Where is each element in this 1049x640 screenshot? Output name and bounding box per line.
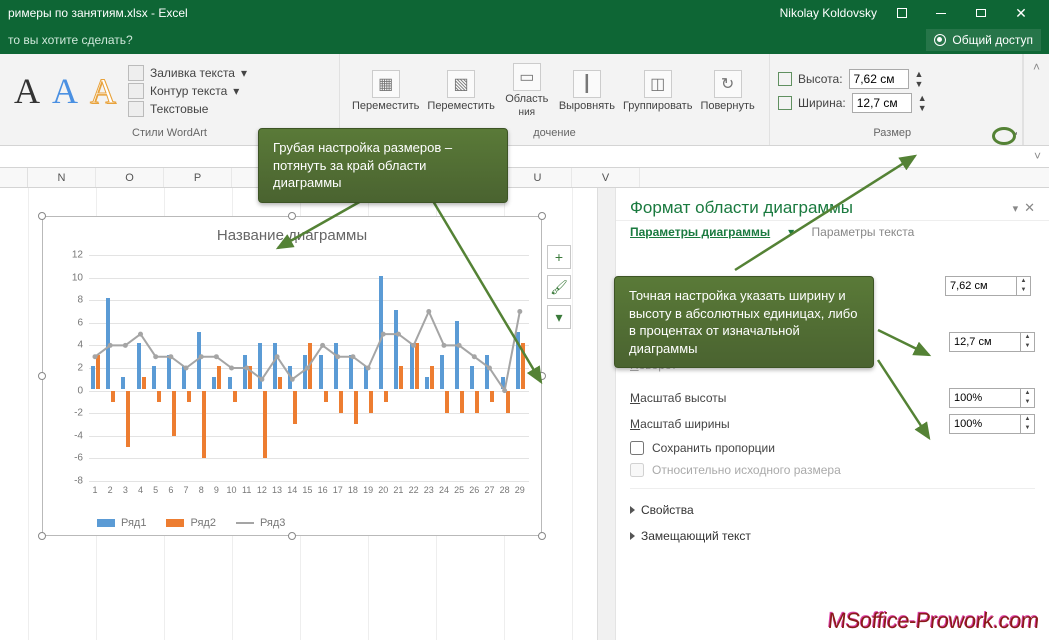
align-button[interactable]: ┃Выровнять xyxy=(555,68,619,114)
legend-swatch-1 xyxy=(97,519,115,527)
pane-scale-h-label: Масштаб высоты xyxy=(630,391,770,405)
col-U[interactable]: U xyxy=(504,168,572,187)
chart-handle-se[interactable] xyxy=(538,532,546,540)
chart-filters-button[interactable]: ▾ xyxy=(547,305,571,329)
selection-pane-icon: ▭ xyxy=(513,63,541,91)
send-backward-button[interactable]: ▧Переместить xyxy=(423,68,498,114)
close-button[interactable]: ✕ xyxy=(1001,0,1041,26)
col-V[interactable]: V xyxy=(572,168,640,187)
wordart-style-3[interactable]: A xyxy=(90,70,116,112)
lock-aspect-checkbox[interactable] xyxy=(630,441,644,455)
tell-me-row: то вы хотите сделать? Общий доступ xyxy=(0,26,1049,54)
height-label: Высота: xyxy=(798,72,843,86)
wordart-style-1[interactable]: A xyxy=(14,70,40,112)
expand-formula-icon[interactable]: ˅ xyxy=(1034,149,1041,163)
width-input[interactable] xyxy=(852,93,912,113)
section-properties[interactable]: Свойства xyxy=(630,495,1035,521)
relative-size-label: Относительно исходного размера xyxy=(652,463,841,477)
chart-handle-s[interactable] xyxy=(288,532,296,540)
width-label: Ширина: xyxy=(798,96,846,110)
chart-legend[interactable]: Ряд1 Ряд2 Ряд3 xyxy=(97,517,285,529)
pane-height-input[interactable] xyxy=(945,276,1017,296)
share-button[interactable]: Общий доступ xyxy=(926,29,1041,51)
text-effects-icon xyxy=(128,101,144,117)
worksheet-area[interactable]: Название диаграммы -8-6-4-20246810121234… xyxy=(0,188,597,640)
width-icon xyxy=(778,96,792,110)
vertical-scrollbar[interactable] xyxy=(597,188,615,640)
title-bar: римеры по занятиям.xlsx - Excel Nikolay … xyxy=(0,0,1049,26)
chart-object[interactable]: Название диаграммы -8-6-4-20246810121234… xyxy=(42,216,542,536)
text-fill-icon xyxy=(128,65,144,81)
share-icon xyxy=(934,34,946,46)
bring-forward-icon: ▦ xyxy=(372,70,400,98)
text-fill-button[interactable]: Заливка текста▾ xyxy=(128,65,247,81)
group-label-size: Размер ↘ xyxy=(770,127,1022,145)
formula-bar[interactable]: ˅ xyxy=(0,146,1049,168)
callout-precise-sizing: Точная настройка указать ширину и высоту… xyxy=(614,276,874,368)
selection-pane-button[interactable]: ▭Областьния xyxy=(499,61,555,120)
align-icon: ┃ xyxy=(573,70,601,98)
relative-size-checkbox xyxy=(630,463,644,477)
pane-scale-w-spin[interactable]: ▲▼ xyxy=(1021,414,1035,434)
chart-handle-n[interactable] xyxy=(288,212,296,220)
text-outline-button[interactable]: Контур текста▾ xyxy=(128,83,247,99)
callout-rough-sizing: Грубая настройка размеров – потянуть за … xyxy=(258,128,508,203)
legend-swatch-3 xyxy=(236,522,254,524)
watermark: MSoffice-Prowork.com xyxy=(827,608,1041,634)
pane-scale-w-input[interactable] xyxy=(949,414,1021,434)
section-alt-text[interactable]: Замещающий текст xyxy=(630,521,1035,547)
col-N[interactable]: N xyxy=(28,168,96,187)
width-spin[interactable]: ▲▼ xyxy=(918,93,927,113)
tab-chart-options[interactable]: Параметры диаграммы xyxy=(630,225,770,239)
pane-height-spin[interactable]: ▲▼ xyxy=(1017,276,1031,296)
text-outline-icon xyxy=(128,83,144,99)
chart-handle-e[interactable] xyxy=(538,372,546,380)
ribbon: A A A Заливка текста▾ Контур текста▾ Тек… xyxy=(0,54,1049,146)
legend-swatch-2 xyxy=(166,519,184,527)
chart-handle-nw[interactable] xyxy=(38,212,46,220)
pane-width-spin[interactable]: ▲▼ xyxy=(1021,332,1035,352)
pane-scale-h-input[interactable] xyxy=(949,388,1021,408)
pane-scale-w-label: Масштаб ширины xyxy=(630,417,770,431)
share-label: Общий доступ xyxy=(952,33,1033,47)
tab-text-options[interactable]: Параметры текста xyxy=(812,225,915,239)
pane-scale-h-spin[interactable]: ▲▼ xyxy=(1021,388,1035,408)
lock-aspect-label: Сохранить пропорции xyxy=(652,441,775,455)
pane-title: Формат области диаграммы xyxy=(630,198,853,218)
group-icon: ◫ xyxy=(644,70,672,98)
column-headers: N O P Q R S T U V xyxy=(0,168,1049,188)
size-dialog-launcher[interactable]: ↘ xyxy=(1010,127,1018,138)
chart-handle-sw[interactable] xyxy=(38,532,46,540)
chart-handle-ne[interactable] xyxy=(538,212,546,220)
restore-button[interactable] xyxy=(961,0,1001,26)
height-icon xyxy=(778,72,792,86)
chart-title[interactable]: Название диаграммы xyxy=(43,217,541,248)
chart-elements-button[interactable]: + xyxy=(547,245,571,269)
ribbon-display-icon[interactable] xyxy=(897,8,907,18)
collapse-ribbon-button[interactable]: ˄ xyxy=(1023,54,1049,145)
pane-width-input[interactable] xyxy=(949,332,1021,352)
minimize-button[interactable] xyxy=(921,0,961,26)
rotate-icon: ↻ xyxy=(714,70,742,98)
chart-styles-button[interactable]: 🖌 xyxy=(547,275,571,299)
text-effects-button[interactable]: Текстовые xyxy=(128,101,247,117)
col-P[interactable]: P xyxy=(164,168,232,187)
chart-plot-area[interactable]: -8-6-4-202468101212345678910111213141516… xyxy=(89,255,529,479)
wordart-style-2[interactable]: A xyxy=(52,70,78,112)
height-input[interactable] xyxy=(849,69,909,89)
pane-options-icon[interactable]: ▾ xyxy=(1013,202,1019,215)
format-chart-area-pane: Формат области диаграммы ▾ ✕ Параметры д… xyxy=(615,188,1049,640)
bring-forward-button[interactable]: ▦Переместить xyxy=(348,68,423,114)
tell-me-prompt[interactable]: то вы хотите сделать? xyxy=(8,33,133,47)
window-title: римеры по занятиям.xlsx - Excel xyxy=(8,6,188,20)
send-backward-icon: ▧ xyxy=(447,70,475,98)
chart-handle-w[interactable] xyxy=(38,372,46,380)
account-name[interactable]: Nikolay Koldovsky xyxy=(780,6,877,20)
height-spin[interactable]: ▲▼ xyxy=(915,69,924,89)
rotate-button[interactable]: ↻Повернуть xyxy=(696,68,758,114)
col-O[interactable]: O xyxy=(96,168,164,187)
pane-close-button[interactable]: ✕ xyxy=(1024,200,1035,216)
group-button[interactable]: ◫Группировать xyxy=(619,68,697,114)
